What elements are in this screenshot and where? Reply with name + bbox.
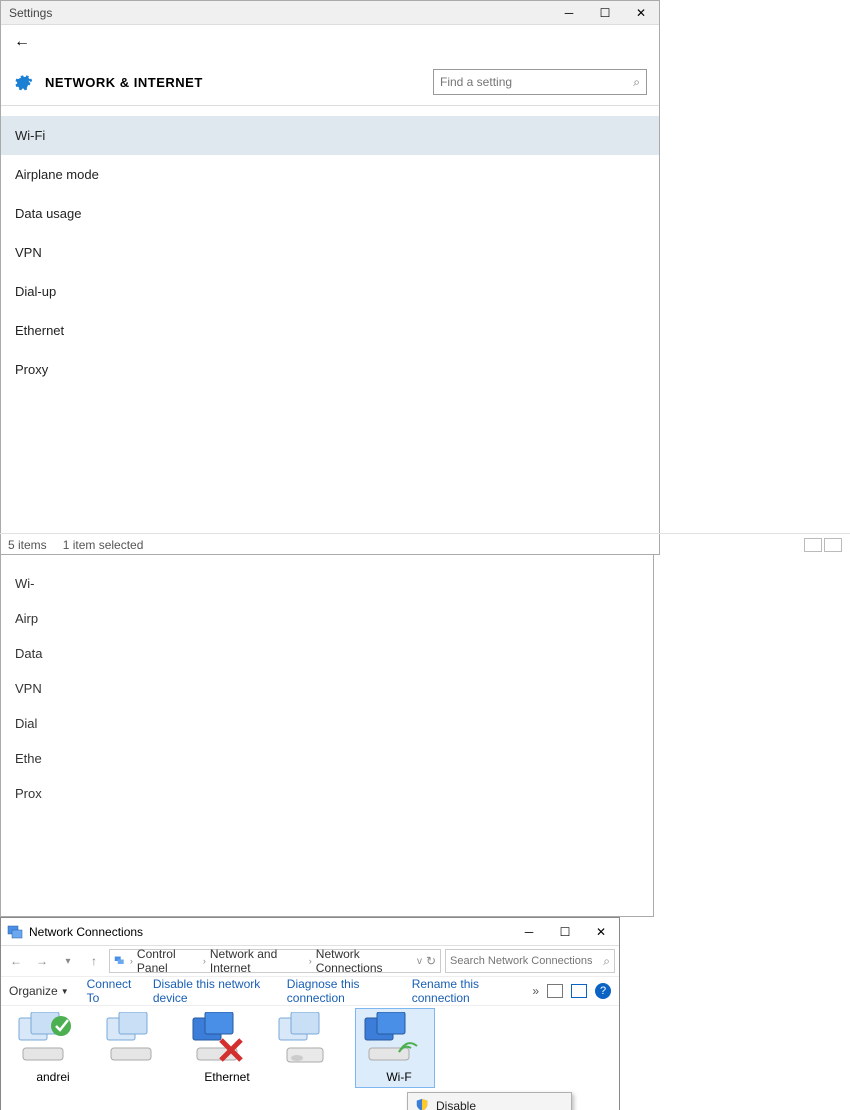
gear-icon (13, 72, 33, 92)
nc-search[interactable]: ⌕ (445, 949, 615, 973)
nc-statusbar: 5 items 1 item selected (0, 533, 850, 555)
nc-title: Network Connections (29, 925, 511, 939)
status-count: 5 items (8, 538, 47, 552)
cmd-diagnose[interactable]: Diagnose this connection (287, 977, 394, 1005)
sidebar-item-dialup[interactable]: Dial-up (1, 272, 659, 311)
nc-app-icon (7, 924, 23, 940)
back-icon[interactable]: ← (11, 33, 33, 51)
minimize-button[interactable]: ─ (551, 1, 587, 25)
crumb-network-connections[interactable]: Network Connections (316, 947, 413, 975)
view-details-icon[interactable] (804, 538, 822, 552)
nav-forward-icon[interactable]: → (31, 950, 53, 972)
device-4[interactable] (273, 1012, 353, 1070)
sidebar2-data[interactable]: Data (15, 636, 653, 671)
settings-titlebar: Settings ─ ☐ ✕ (1, 1, 659, 25)
sidebar-item-wifi[interactable]: Wi-Fi (1, 116, 659, 155)
cmd-rename[interactable]: Rename this connection (412, 977, 515, 1005)
status-selected: 1 item selected (63, 538, 144, 552)
nc-maximize[interactable]: ☐ (547, 920, 583, 944)
cmd-organize[interactable]: Organize ▼ (9, 984, 69, 998)
view-icon[interactable] (547, 984, 563, 998)
nav-up-icon[interactable]: ↑ (83, 950, 105, 972)
nc-search-input[interactable] (450, 955, 603, 967)
nc-minimize[interactable]: ─ (511, 920, 547, 944)
sidebar-item-airplane[interactable]: Airplane mode (1, 155, 659, 194)
sidebar2-vpn[interactable]: VPN (15, 671, 653, 706)
preview-pane-icon[interactable] (571, 984, 587, 998)
nc-path-icon (114, 954, 126, 968)
settings-window-bg: Settings ─ ☐ ✕ ← NETWORK & INTERNET ⌕ Wi… (0, 0, 660, 555)
more-commands-icon[interactable]: » (532, 984, 539, 998)
device-andrei[interactable]: andrei (13, 1012, 93, 1084)
search-icon-nc: ⌕ (603, 954, 610, 969)
sidebar2-airplane[interactable]: Airp (15, 601, 653, 636)
sidebar2-proxy[interactable]: Prox (15, 776, 653, 811)
settings-title: Settings (1, 6, 551, 20)
device-ethernet[interactable]: Ethernet (187, 1012, 267, 1084)
nc-canvas[interactable]: andrei Ethernet Wi-F Disable Connect / D… (1, 1006, 619, 1110)
view-large-icon[interactable] (824, 538, 842, 552)
maximize-button[interactable]: ☐ (587, 1, 623, 25)
crumb-network-internet[interactable]: Network and Internet (210, 947, 305, 975)
cmd-connect[interactable]: Connect To (87, 977, 135, 1005)
network-connections-window: Network Connections ─ ☐ ✕ ← → ▾ ↑ › Cont… (0, 917, 620, 1110)
device-wifi[interactable]: Wi-F (359, 1012, 439, 1084)
settings-sidebar: Wi-Fi Airplane mode Data usage VPN Dial-… (1, 106, 659, 389)
cmd-disable[interactable]: Disable this network device (153, 977, 269, 1005)
sidebar-item-vpn[interactable]: VPN (1, 233, 659, 272)
nav-recent-icon[interactable]: ▾ (57, 950, 79, 972)
context-menu: Disable Connect / Disconnect Status Diag… (407, 1092, 572, 1110)
sidebar-item-ethernet[interactable]: Ethernet (1, 311, 659, 350)
close-button[interactable]: ✕ (623, 1, 659, 25)
nav-back-icon[interactable]: ← (5, 950, 27, 972)
address-bar[interactable]: › Control Panel › Network and Internet ›… (109, 949, 441, 973)
help-icon[interactable]: ? (595, 983, 611, 999)
shield-icon (415, 1098, 429, 1110)
ctx-disable[interactable]: Disable (410, 1095, 569, 1110)
crumb-control-panel[interactable]: Control Panel (137, 947, 199, 975)
nc-close[interactable]: ✕ (583, 920, 619, 944)
settings-search-input[interactable] (440, 75, 633, 89)
device-2[interactable] (101, 1012, 181, 1070)
settings-search[interactable]: ⌕ (433, 69, 647, 95)
settings-heading: NETWORK & INTERNET (45, 75, 203, 90)
sidebar2-dial[interactable]: Dial (15, 706, 653, 741)
sidebar2-eth[interactable]: Ethe (15, 741, 653, 776)
sidebar-item-proxy[interactable]: Proxy (1, 350, 659, 389)
sidebar2-wifi[interactable]: Wi- (15, 566, 653, 601)
search-icon: ⌕ (633, 75, 640, 90)
sidebar-item-datausage[interactable]: Data usage (1, 194, 659, 233)
